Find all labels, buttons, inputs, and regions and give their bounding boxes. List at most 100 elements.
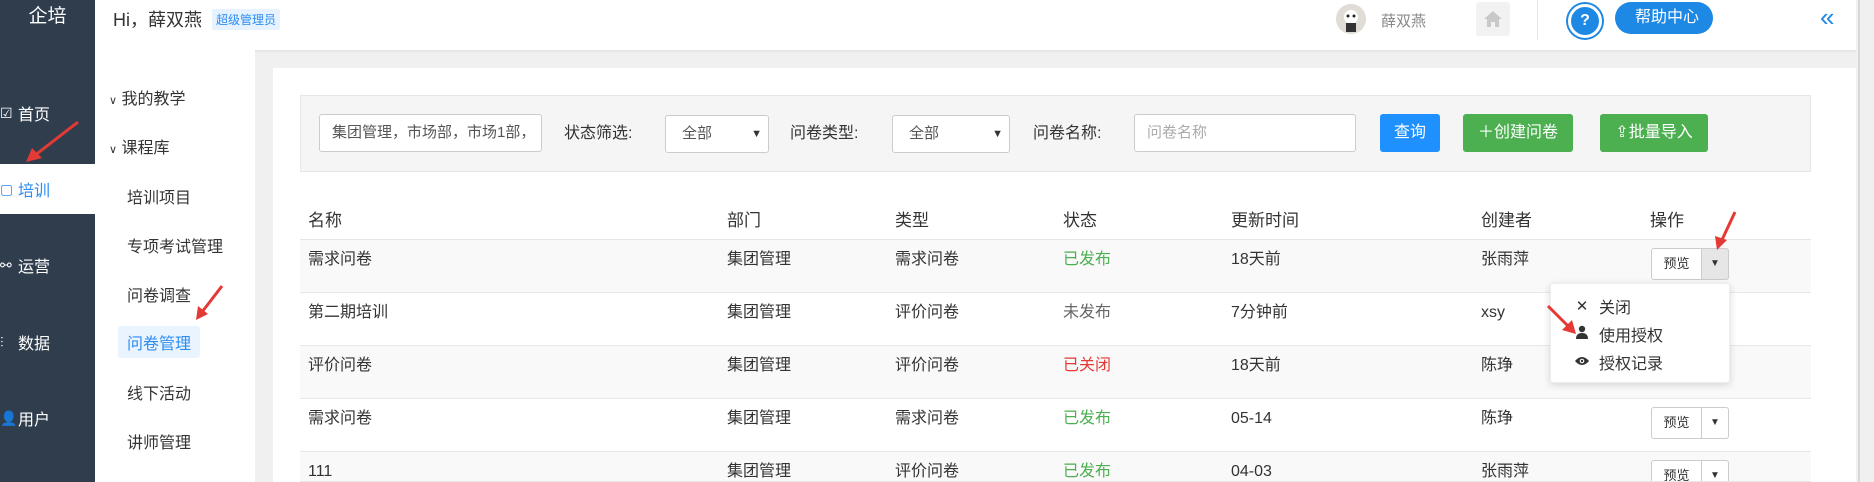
- submenu-item-survey[interactable]: 问卷调查: [127, 282, 191, 306]
- chevron-down-icon: ∨: [109, 95, 118, 107]
- status-select[interactable]: 全部 ▼: [665, 115, 769, 153]
- preview-button[interactable]: 预览: [1651, 407, 1702, 439]
- sub-sidebar: ∨ 我的教学 ∨ 课程库 培训项目 专项考试管理 问卷调查 问卷管理 线下活动 …: [95, 48, 255, 482]
- cell-updated: 04-03: [1231, 463, 1272, 480]
- home-button[interactable]: [1476, 2, 1510, 36]
- help-icon[interactable]: ?: [1568, 4, 1602, 38]
- more-actions-dropdown[interactable]: ▼: [1702, 407, 1729, 439]
- cell-status: 已发布: [1063, 251, 1112, 268]
- annotation-arrow-icon: [1715, 211, 1737, 250]
- sidebar-item-users[interactable]: 👤 用户: [0, 393, 95, 443]
- main-sidebar: 企培 ☑ 首页 ▢ 培训 ⚯ 运营 ⫶ 数据 👤 用户: [0, 0, 95, 482]
- survey-name-input[interactable]: 问卷名称: [1134, 114, 1356, 152]
- status-select-value: 全部: [682, 125, 713, 142]
- home-icon: [1484, 11, 1502, 27]
- cell-status: 已发布: [1063, 410, 1112, 427]
- cell-type: 评价问卷: [895, 357, 960, 374]
- cell-creator: 张雨萍: [1481, 251, 1530, 268]
- cell-creator: 张雨萍: [1481, 463, 1530, 480]
- submenu-item-lecturer-management[interactable]: 讲师管理: [127, 429, 191, 453]
- help-center-button[interactable]: 帮助中心: [1615, 2, 1714, 34]
- cell-status: 已发布: [1063, 463, 1112, 480]
- row-actions: 预览 ▼: [1651, 460, 1729, 481]
- col-header-name: 名称: [308, 211, 342, 230]
- greeting: Hi，薛双燕: [113, 10, 202, 30]
- cell-type: 需求问卷: [895, 410, 960, 427]
- cell-creator: 陈琤: [1481, 410, 1514, 427]
- menu-item-grant-usage[interactable]: 使用授权: [1573, 322, 1663, 346]
- department-select[interactable]: 集团管理，市场部，市场1部，: [319, 114, 542, 152]
- col-header-status: 状态: [1063, 211, 1097, 230]
- row-actions: 预览 ▼: [1651, 407, 1729, 439]
- caret-down-icon: ▼: [1710, 470, 1720, 481]
- top-header: Hi，薛双燕 超级管理员 薛双燕 ? 帮助中心 «: [95, 0, 1874, 50]
- scrollbar[interactable]: [1858, 0, 1860, 482]
- cell-creator: 陈琤: [1481, 357, 1514, 374]
- chevron-down-icon: ∨: [109, 144, 118, 156]
- cell-type: 评价问卷: [895, 463, 960, 480]
- sidebar-item-operation[interactable]: ⚯ 运营: [0, 240, 95, 290]
- cell-name: 第二期培训: [308, 304, 389, 321]
- batch-import-button[interactable]: ⇪批量导入: [1600, 114, 1708, 152]
- row-actions: 预览 ▼: [1651, 248, 1729, 280]
- col-header-actions: 操作: [1650, 211, 1684, 230]
- cell-name: 需求问卷: [308, 251, 373, 268]
- sidebar-item-label: 运营: [18, 259, 51, 276]
- caret-down-icon: ▼: [1710, 417, 1720, 428]
- status-filter-label: 状态筛选:: [564, 125, 633, 142]
- more-actions-dropdown[interactable]: ▼: [1702, 460, 1729, 481]
- submenu-item-exam-management[interactable]: 专项考试管理: [127, 233, 223, 257]
- sidebar-item-label: 数据: [18, 336, 51, 353]
- cell-dept: 集团管理: [727, 463, 792, 480]
- name-filter-label: 问卷名称:: [1033, 125, 1102, 142]
- cell-status: 未发布: [1063, 304, 1112, 321]
- cell-updated: 7分钟前: [1231, 304, 1288, 321]
- app: 企培 ☑ 首页 ▢ 培训 ⚯ 运营 ⫶ 数据 👤 用户 Hi，薛双燕 超级管理员…: [0, 0, 1874, 482]
- query-button[interactable]: 查询: [1380, 114, 1440, 152]
- more-actions-dropdown[interactable]: ▼: [1702, 248, 1729, 280]
- cell-type: 评价问卷: [895, 304, 960, 321]
- preview-button[interactable]: 预览: [1651, 248, 1702, 280]
- menu-item-close[interactable]: ✕ 关闭: [1573, 294, 1631, 318]
- cell-type: 需求问卷: [895, 251, 960, 268]
- cell-dept: 集团管理: [727, 251, 792, 268]
- menu-item-grant-records[interactable]: 授权记录: [1573, 350, 1663, 374]
- sidebar-item-label: 用户: [18, 412, 51, 429]
- annotation-arrow-icon: [26, 120, 79, 162]
- submenu-group-course-library[interactable]: ∨ 课程库: [109, 134, 170, 158]
- cell-name: 需求问卷: [308, 410, 373, 427]
- divider: [1537, 0, 1538, 40]
- annotation-arrow-icon: [1546, 304, 1576, 334]
- share-icon: ⚯: [0, 256, 12, 273]
- annotation-arrow-icon: [196, 285, 224, 320]
- table-row: 需求问卷 集团管理 需求问卷 已发布 05-14 陈琤 预览 ▼: [300, 399, 1811, 452]
- sidebar-item-training[interactable]: ▢ 培训: [0, 164, 95, 214]
- type-select[interactable]: 全部 ▼: [892, 115, 1010, 153]
- col-header-updated: 更新时间: [1231, 211, 1299, 230]
- col-header-creator: 创建者: [1481, 211, 1532, 230]
- role-badge: 超级管理员: [212, 9, 281, 30]
- preview-button[interactable]: 预览: [1651, 460, 1702, 481]
- eye-icon: [1573, 354, 1591, 371]
- cell-dept: 集团管理: [727, 410, 792, 427]
- col-header-type: 类型: [895, 211, 929, 230]
- brand-logo: 企培: [28, 6, 67, 27]
- cell-status: 已关闭: [1063, 357, 1112, 374]
- submenu-item-training-project[interactable]: 培训项目: [127, 184, 191, 208]
- cell-dept: 集团管理: [727, 304, 792, 321]
- type-filter-label: 问卷类型:: [790, 125, 859, 142]
- book-icon: ▢: [0, 180, 14, 197]
- username[interactable]: 薛双燕: [1381, 10, 1426, 31]
- collapse-icon[interactable]: «: [1820, 2, 1834, 33]
- import-icon: ⇪: [1615, 124, 1629, 141]
- submenu-item-survey-management[interactable]: 问卷管理: [118, 326, 201, 358]
- cell-updated: 05-14: [1231, 410, 1272, 427]
- cell-updated: 18天前: [1231, 251, 1281, 268]
- submenu-item-offline-activity[interactable]: 线下活动: [127, 380, 191, 404]
- sidebar-item-data[interactable]: ⫶ 数据: [0, 317, 95, 367]
- avatar[interactable]: [1336, 4, 1366, 34]
- type-select-value: 全部: [909, 125, 940, 142]
- cell-updated: 18天前: [1231, 357, 1281, 374]
- submenu-group-teaching[interactable]: ∨ 我的教学: [109, 85, 186, 109]
- create-survey-button[interactable]: ＋创建问卷: [1463, 114, 1573, 152]
